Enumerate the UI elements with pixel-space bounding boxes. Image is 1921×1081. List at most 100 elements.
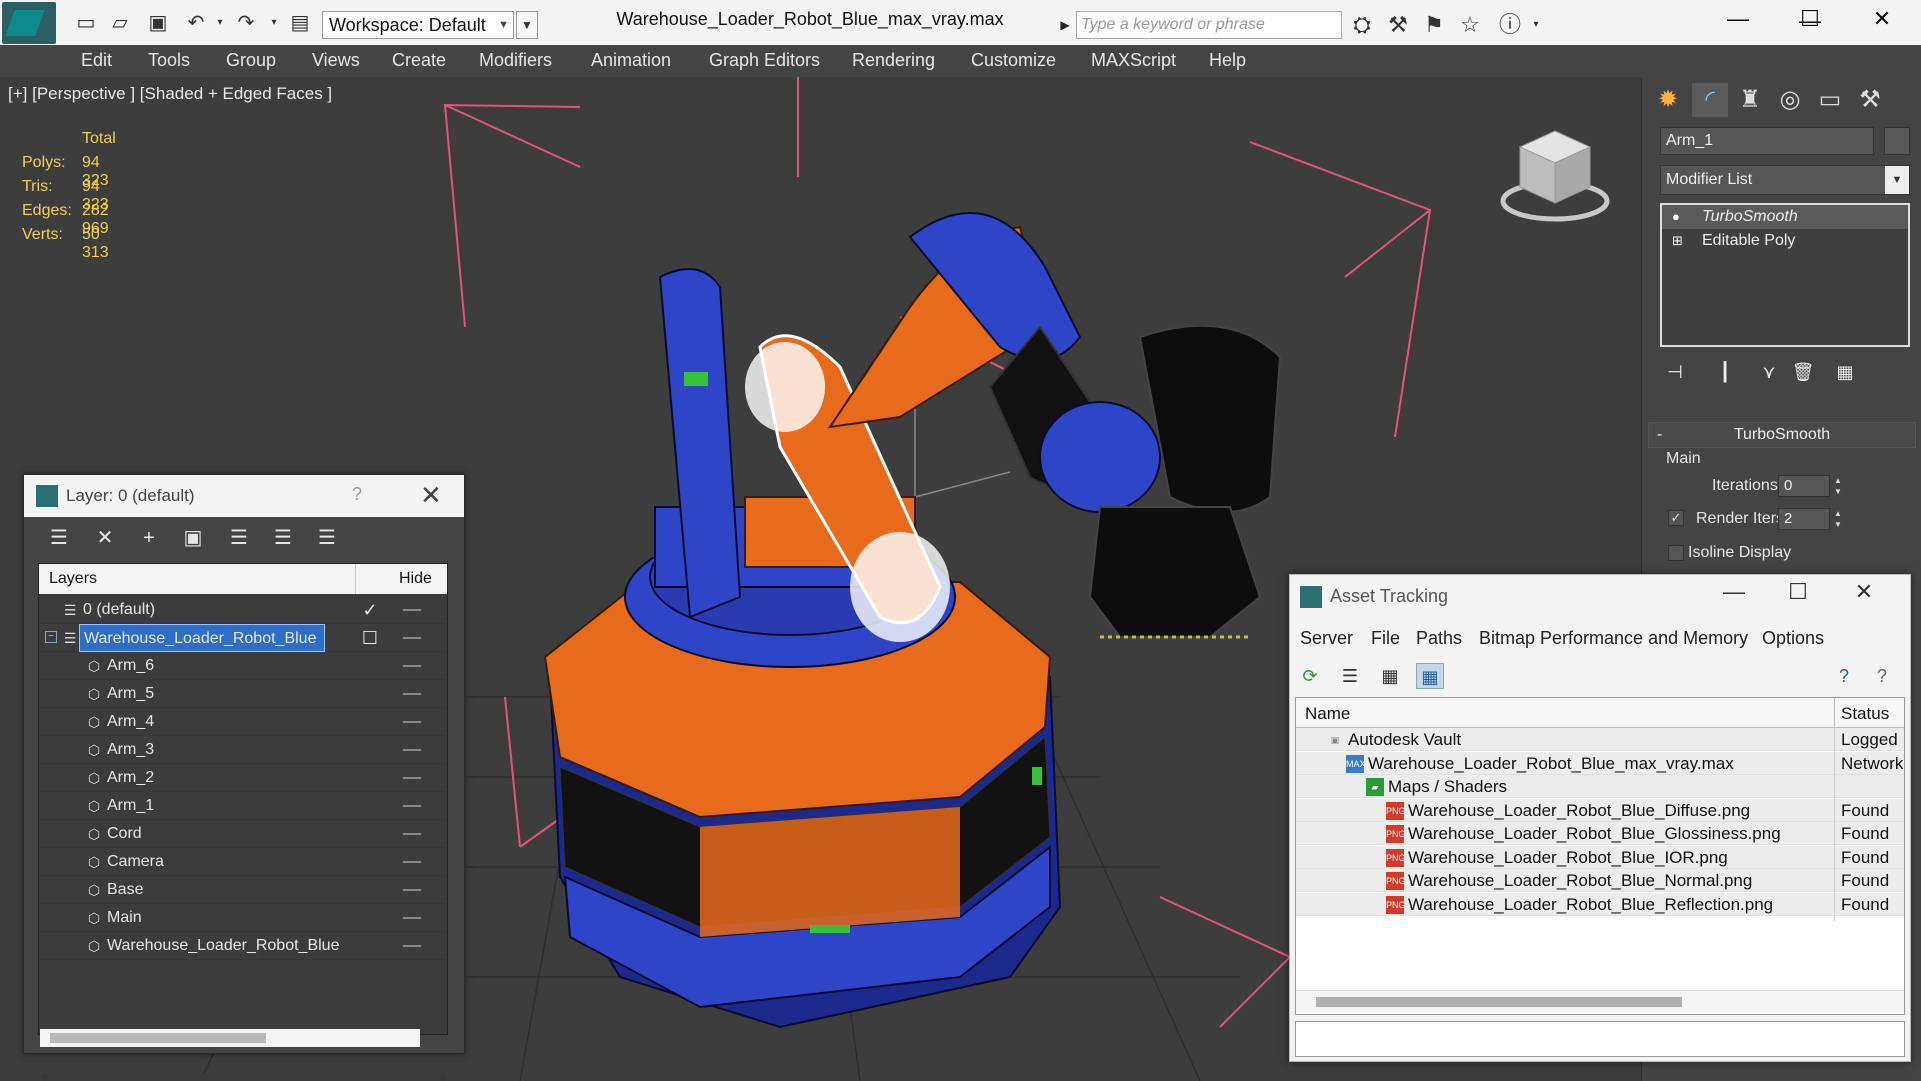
stack-item-turbosmooth[interactable]: ● TurboSmooth (1662, 205, 1908, 229)
freeze-all-icon[interactable]: ☰ (312, 525, 342, 551)
layer-object-row[interactable]: ⬡ Cord (41, 820, 445, 848)
asset-dialog-titlebar[interactable]: Asset Tracking — ☐ ✕ (1290, 575, 1910, 619)
highlight-layer-icon[interactable]: ☰ (224, 525, 254, 551)
render-iters-checkbox[interactable]: ✓ (1668, 510, 1684, 526)
menu-graph-editors[interactable]: Graph Editors (709, 50, 820, 71)
hide-toggle[interactable] (403, 805, 421, 807)
hide-toggle[interactable] (403, 917, 421, 919)
create-tab-icon[interactable]: ✹ (1650, 83, 1686, 117)
asset-status-field[interactable] (1295, 1021, 1905, 1057)
column-header-hide[interactable]: Hide (399, 570, 432, 588)
menu-tools[interactable]: Tools (148, 50, 190, 71)
hide-toggle[interactable] (403, 777, 421, 779)
rollout-header[interactable]: - TurboSmooth (1648, 422, 1916, 448)
undo-icon[interactable]: ↶ (184, 11, 208, 35)
close-icon[interactable]: ✕ (1862, 4, 1902, 34)
hide-toggle[interactable] (403, 749, 421, 751)
column-header-name[interactable]: Name (1305, 704, 1350, 724)
context-help-icon[interactable]: ? (1868, 663, 1896, 689)
iterations-spinner[interactable]: 0 (1778, 475, 1830, 497)
layer-object-row[interactable]: ⬡ Arm_1 (41, 792, 445, 820)
add-to-layer-icon[interactable]: + (134, 525, 164, 551)
redo-icon[interactable]: ↷ (234, 11, 258, 35)
stack-item-editable-poly[interactable]: ⊞ Editable Poly (1662, 229, 1908, 253)
asset-row[interactable]: PNG Warehouse_Loader_Robot_Blue_Reflectio… (1296, 892, 1904, 921)
delete-layer-icon[interactable]: ✕ (90, 525, 120, 551)
table-view-icon[interactable]: ▦ (1416, 663, 1444, 689)
column-header-layers[interactable]: Layers (49, 570, 97, 588)
workspace-select[interactable]: Workspace: Default ▼ (322, 11, 514, 39)
menu-animation[interactable]: Animation (591, 50, 671, 71)
new-file-icon[interactable]: ▭ (74, 11, 98, 35)
close-icon[interactable]: ✕ (420, 480, 442, 511)
layer-object-row[interactable]: ⬡ Arm_6 (41, 652, 445, 680)
menu-group[interactable]: Group (226, 50, 276, 71)
layer-object-row[interactable]: ⬡ Base (41, 876, 445, 904)
layer-object-row[interactable]: ⬡ Arm_2 (41, 764, 445, 792)
hide-toggle[interactable] (403, 945, 421, 947)
layer-object-row[interactable]: ⬡ Arm_4 (41, 708, 445, 736)
hide-toggle[interactable] (403, 665, 421, 667)
isoline-display-checkbox[interactable] (1668, 545, 1684, 561)
modify-tab-icon[interactable]: ◜ (1692, 83, 1728, 117)
layer-object-row[interactable]: ⬡ Arm_3 (41, 736, 445, 764)
horizontal-scrollbar[interactable] (1296, 990, 1904, 1012)
utilities-tab-icon[interactable]: ⚒ (1852, 83, 1888, 117)
asset-row[interactable]: PNG Warehouse_Loader_Robot_Blue_Normal.pn… (1296, 869, 1904, 897)
hide-toggle[interactable] (403, 861, 421, 863)
viewport-label[interactable]: [+] [Perspective ] [Shaded + Edged Faces… (8, 84, 332, 104)
close-icon[interactable]: ✕ (1846, 579, 1882, 605)
menu-file[interactable]: File (1371, 628, 1400, 649)
menu-options[interactable]: Options (1762, 628, 1824, 649)
menu-modifiers[interactable]: Modifiers (479, 50, 552, 71)
asset-row[interactable]: ▣ Autodesk Vault Logged (1296, 728, 1904, 756)
hide-toggle[interactable] (403, 833, 421, 835)
render-iters-spinner[interactable]: 2 (1778, 508, 1830, 530)
menu-edit[interactable]: Edit (81, 50, 112, 71)
list-view-icon[interactable]: ☰ (1336, 663, 1364, 689)
search-expand-icon[interactable]: ▶ (1056, 11, 1074, 39)
asset-row[interactable]: PNG Warehouse_Loader_Robot_Blue_Glossines… (1296, 822, 1904, 850)
favorites-star-icon[interactable]: ☆ (1456, 11, 1484, 39)
object-name-field[interactable]: Arm_1 (1660, 127, 1874, 155)
maximize-icon[interactable]: ☐ (1780, 579, 1816, 605)
help-icon[interactable]: ? (1830, 663, 1858, 689)
subscription-icon[interactable]: ⚑ (1420, 11, 1448, 39)
app-logo[interactable] (2, 2, 56, 44)
redo-dropdown-icon[interactable]: ▾ (262, 11, 286, 35)
configure-modifier-sets-icon[interactable]: ▦ (1830, 357, 1860, 387)
hide-toggle[interactable] (403, 609, 421, 611)
display-tab-icon[interactable]: ▭ (1812, 83, 1848, 117)
select-objects-icon[interactable]: ▣ (178, 525, 208, 551)
layer-object-row[interactable]: ⬡ Camera (41, 848, 445, 876)
show-end-result-icon[interactable]: ┃ (1710, 357, 1740, 387)
asset-row[interactable]: MAX Warehouse_Loader_Robot_Blue_max_vray.… (1296, 751, 1904, 780)
hide-toggle[interactable] (403, 637, 421, 639)
remove-modifier-icon[interactable]: 🗑 (1788, 357, 1818, 387)
layer-object-row[interactable]: ⬡ Warehouse_Loader_Robot_Blue (41, 932, 445, 960)
set-current-layer-icon[interactable]: ☐ (359, 624, 381, 652)
spinner-arrows-icon[interactable]: ▲ ▼ (1832, 475, 1844, 497)
refresh-icon[interactable]: ⟳ (1296, 663, 1324, 689)
menu-customize[interactable]: Customize (971, 50, 1056, 71)
menu-create[interactable]: Create (392, 50, 446, 71)
undo-dropdown-icon[interactable]: ▾ (208, 11, 232, 35)
motion-tab-icon[interactable]: ◎ (1772, 83, 1808, 117)
modifier-stack[interactable]: ● TurboSmooth ⊞ Editable Poly (1660, 203, 1910, 347)
open-file-icon[interactable]: ▱ (108, 11, 132, 35)
menu-paths[interactable]: Paths (1416, 628, 1462, 649)
layer-dialog-titlebar[interactable]: Layer: 0 (default) ? ✕ (24, 475, 464, 517)
expand-plus-icon[interactable]: ⊞ (1672, 229, 1683, 253)
menu-views[interactable]: Views (312, 50, 360, 71)
lightbulb-icon[interactable]: ● (1672, 205, 1680, 229)
tools-icon[interactable]: ⚒ (1384, 11, 1412, 39)
menu-help[interactable]: Help (1209, 50, 1246, 71)
maximize-icon[interactable]: ☐ (1790, 4, 1830, 34)
current-layer-check-icon[interactable]: ✓ (359, 596, 381, 624)
workspace-menu-button[interactable]: ▼ (516, 11, 538, 39)
project-folder-icon[interactable]: ▤ (288, 11, 312, 35)
asset-row[interactable]: PNG Warehouse_Loader_Robot_Blue_Diffuse.p… (1296, 798, 1904, 827)
object-color-swatch[interactable] (1884, 127, 1910, 155)
help-icon[interactable]: ⓘ (1496, 11, 1524, 39)
menu-bitmap-performance[interactable]: Bitmap Performance and Memory (1479, 628, 1748, 649)
